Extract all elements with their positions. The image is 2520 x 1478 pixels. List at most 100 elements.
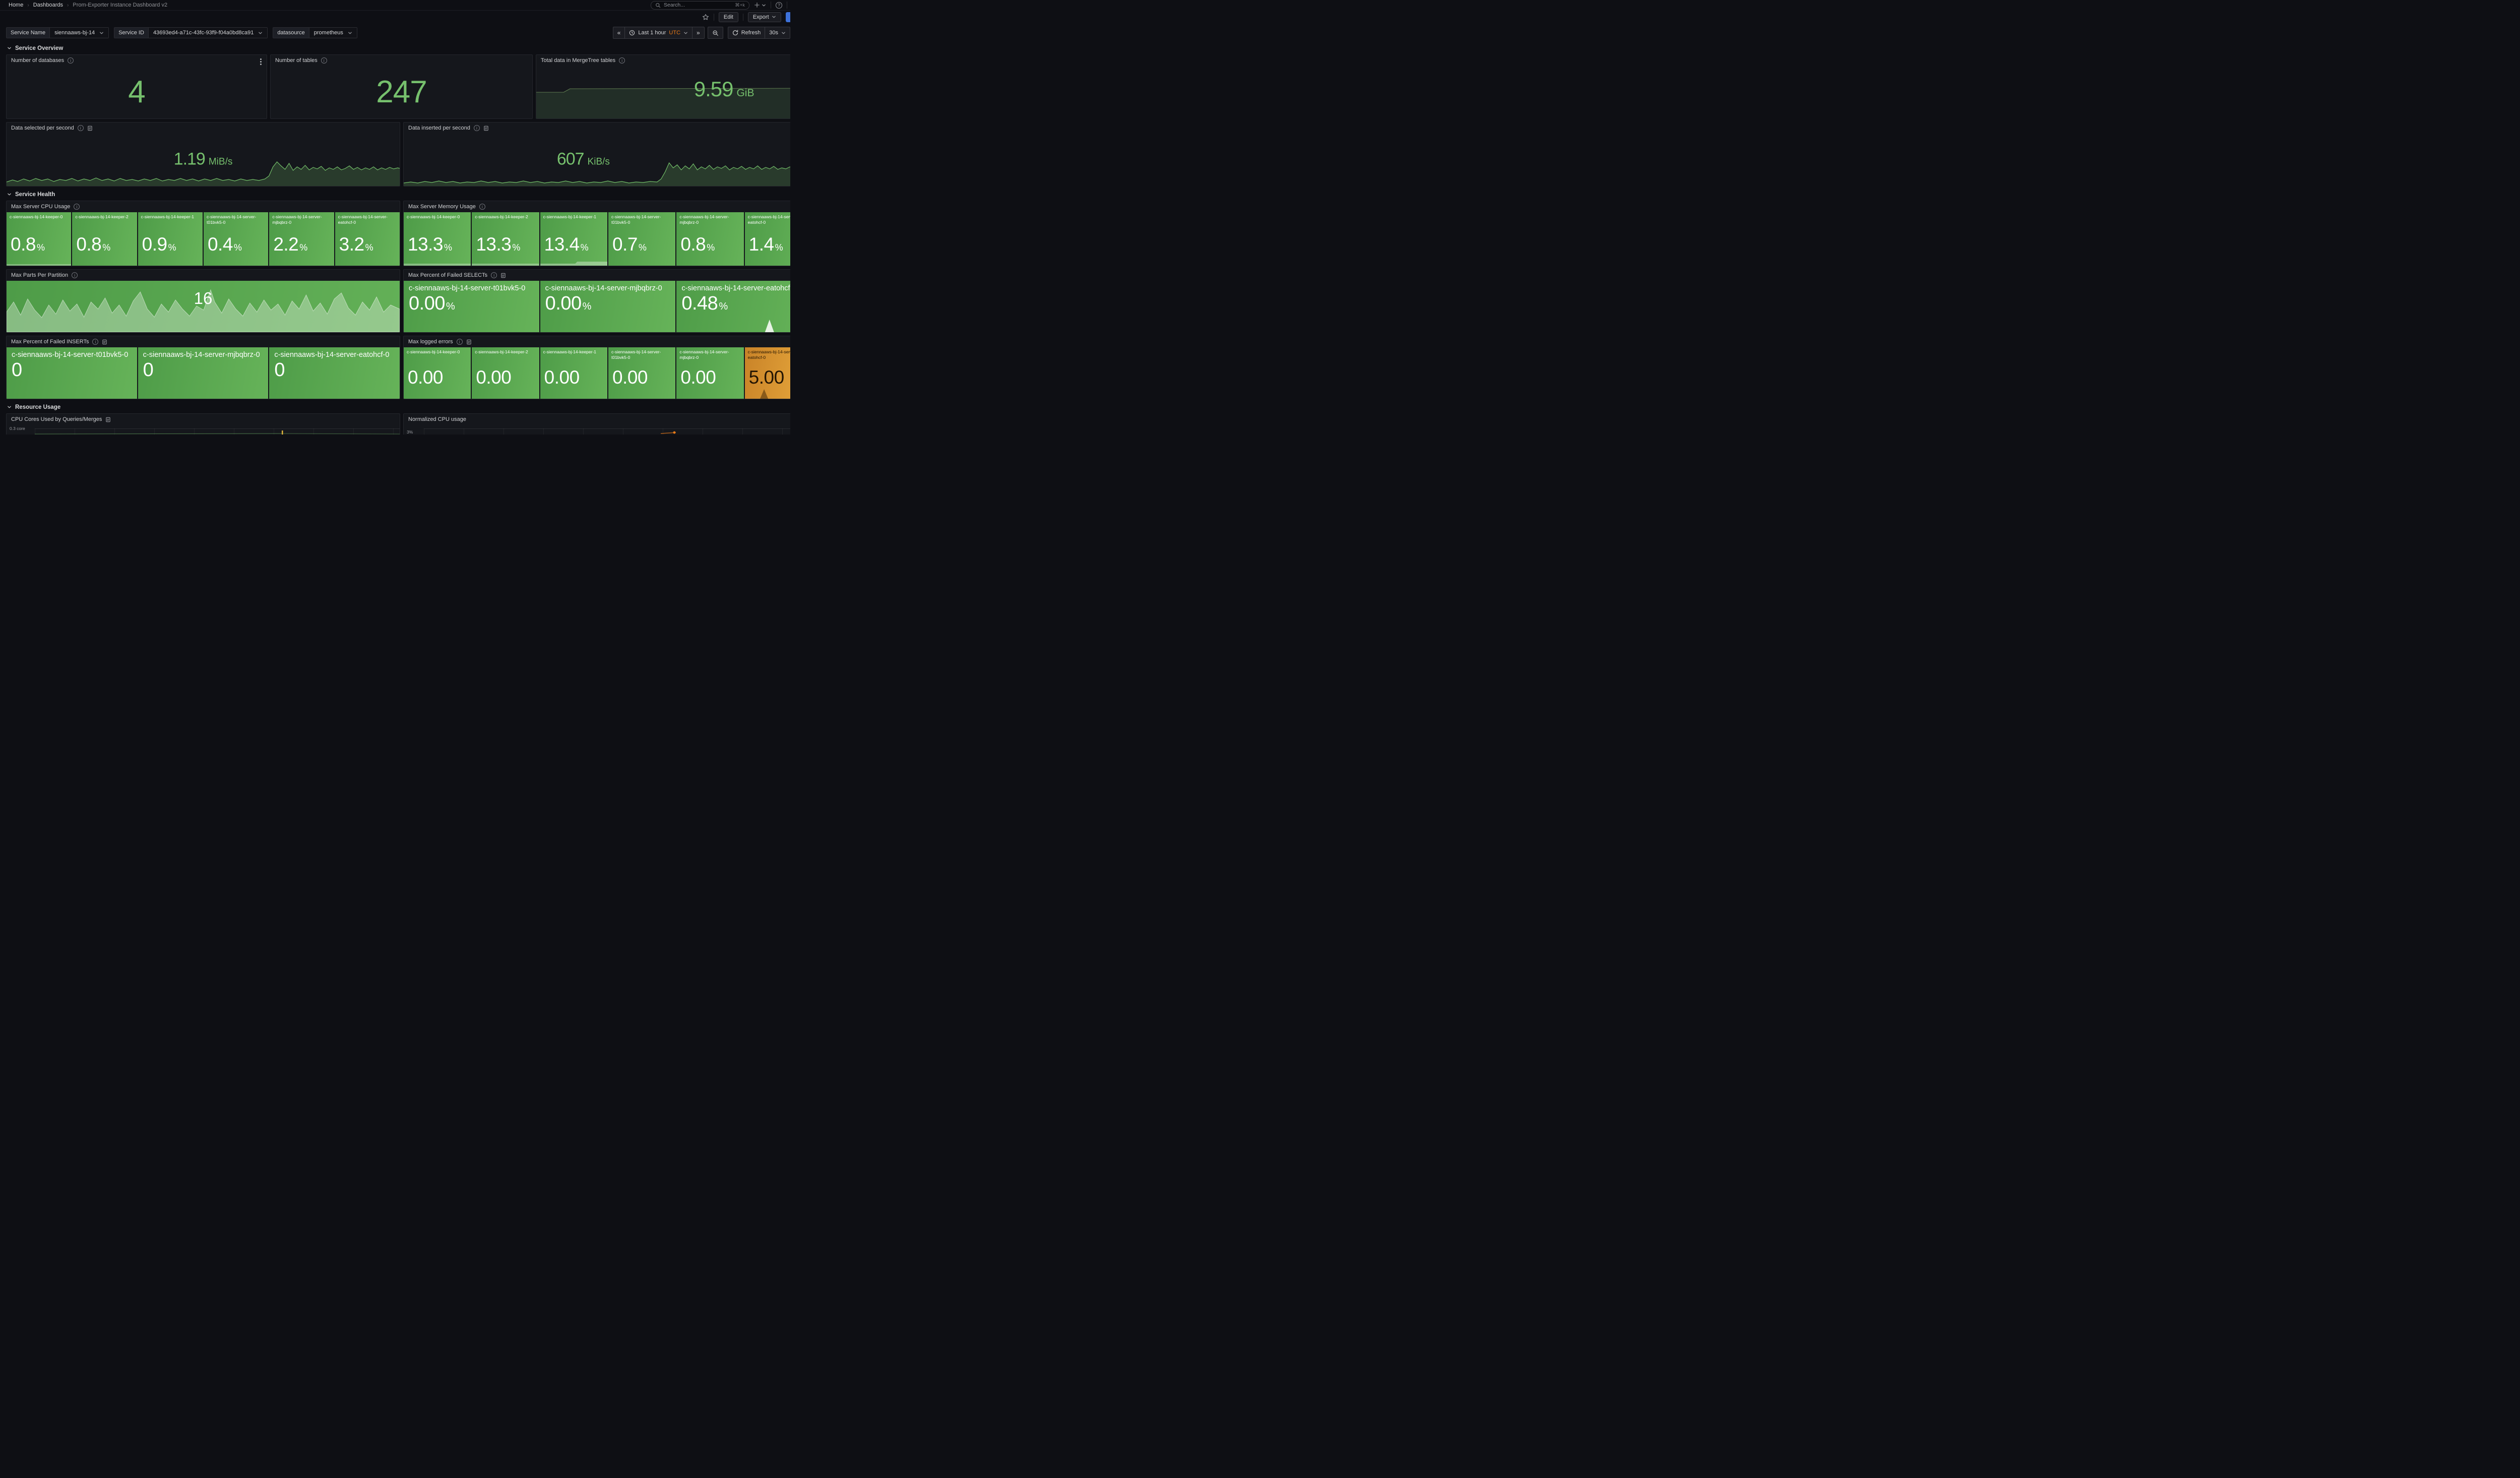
chevron-down-icon <box>348 31 352 35</box>
stat-tile: c-siennaaws-bj-14-server-mjbqbrz-0 0.00 <box>676 347 743 399</box>
time-controls: « Last 1 hour UTC » Refresh <box>613 27 784 39</box>
refresh-button[interactable]: Refresh <box>728 27 766 39</box>
clock-icon <box>629 30 635 36</box>
variable-service-name[interactable]: Service Name siennaaws-bj-14 <box>6 27 109 38</box>
sparkline <box>404 263 471 266</box>
timeseries-chart <box>424 430 790 435</box>
breadcrumb-separator-icon: › <box>67 3 69 8</box>
edit-button[interactable]: Edit <box>719 12 738 22</box>
panel-links-icon[interactable] <box>483 126 489 131</box>
stat-tile: c-siennaaws-bj-14-server-eatohcf-0 0 <box>269 347 400 399</box>
info-icon[interactable]: i <box>78 125 84 131</box>
nav-actions: ⌘+k ? <box>651 1 787 10</box>
breadcrumb-dashboards[interactable]: Dashboards <box>33 2 63 8</box>
stat-tile: c-siennaaws-bj-14-server-eatohcf-0 1.4% <box>745 212 790 266</box>
panel-title[interactable]: Normalized CPU usage <box>404 414 790 425</box>
section-resource-usage[interactable]: Resource Usage <box>7 402 790 412</box>
chevron-down-icon <box>683 31 688 35</box>
variable-datasource[interactable]: datasource prometheus <box>273 27 357 38</box>
top-nav: Home › Dashboards › Prom-Exporter Instan… <box>0 0 790 11</box>
time-zoom-out-button[interactable] <box>708 27 723 39</box>
breadcrumb-current: Prom-Exporter Instance Dashboard v2 <box>73 2 167 8</box>
info-icon[interactable]: i <box>92 339 98 345</box>
star-button[interactable] <box>702 14 709 21</box>
panel-title[interactable]: Max Parts Per Partition i <box>7 270 400 281</box>
time-shift-forward-button[interactable]: » <box>692 27 705 39</box>
panel-links-icon[interactable] <box>500 273 506 278</box>
panel-title[interactable]: Max Server CPU Usage i <box>7 201 400 212</box>
panel-title[interactable]: Total data in MergeTree tables i <box>536 55 790 66</box>
stat-tile: c-siennaaws-bj-14-server-t01bvk5-0 0.00% <box>404 281 539 332</box>
panel-title[interactable]: Number of databases i <box>7 55 267 66</box>
sparkline <box>472 263 539 266</box>
stat-tile: c-siennaaws-bj-14-keeper-0 0.00 <box>404 347 471 399</box>
panel-links-icon[interactable] <box>102 339 107 345</box>
refresh-interval-picker[interactable]: 30s <box>765 27 790 39</box>
time-shift-back-button[interactable]: « <box>613 27 625 39</box>
info-icon[interactable]: i <box>619 57 625 64</box>
stat-tile: c-siennaaws-bj-14-server-mjbqbrz-0 0.00% <box>540 281 676 332</box>
panel-title[interactable]: Number of tables i <box>271 55 532 66</box>
dashboard-controls: Service Name siennaaws-bj-14 Service ID … <box>0 23 790 41</box>
info-icon[interactable]: i <box>474 125 480 131</box>
panel-title[interactable]: Data inserted per second i <box>404 122 790 134</box>
stat-value: 607KiB/s <box>557 150 610 169</box>
panel-max-percent-failed-inserts: Max Percent of Failed INSERTs i c-sienna… <box>6 336 400 399</box>
panel-max-server-cpu-usage: Max Server CPU Usage i c-siennaaws-bj-14… <box>6 201 400 266</box>
info-icon[interactable]: i <box>457 339 463 345</box>
variable-service-id[interactable]: Service ID 43693ed4-a71c-43fc-93f9-f04a0… <box>114 27 268 38</box>
stat-value: 247 <box>271 65 532 118</box>
stat-tile: c-siennaaws-bj-14-keeper-2 0.8% <box>72 212 137 266</box>
stat-value: 1.19MiB/s <box>174 150 233 169</box>
sparkline <box>745 387 790 399</box>
panel-title[interactable]: Max Server Memory Usage i <box>404 201 790 212</box>
stat-tile: c-siennaaws-bj-14-keeper-2 0.00 <box>472 347 539 399</box>
search-shortcut: ⌘+k <box>735 3 745 8</box>
help-button[interactable]: ? <box>776 2 782 9</box>
chevron-down-icon <box>7 46 12 50</box>
share-button[interactable]: Share <box>786 12 790 22</box>
panel-links-icon[interactable] <box>466 339 472 345</box>
info-icon[interactable]: i <box>491 272 497 278</box>
panel-title[interactable]: Max Percent of Failed INSERTs i <box>7 336 400 347</box>
stat-tile: c-siennaaws-bj-14-server-t01bvk5-0 0.4% <box>204 212 268 266</box>
stat-tile: c-siennaaws-bj-14-keeper-0 0.8% <box>7 212 71 266</box>
section-service-overview[interactable]: Service Overview <box>7 43 790 53</box>
chevron-down-icon <box>772 15 776 19</box>
stat-value: 16 <box>194 289 213 308</box>
new-button[interactable] <box>754 2 766 8</box>
sparkline <box>540 261 607 266</box>
y-axis-label: 3% <box>407 429 413 435</box>
stat-tile: c-siennaaws-bj-14-keeper-1 13.4% <box>540 212 607 266</box>
search-input[interactable] <box>664 2 732 8</box>
panel-number-of-tables: Number of tables i 247 <box>270 54 533 119</box>
panel-title[interactable]: CPU Cores Used by Queries/Merges <box>7 414 400 425</box>
info-icon[interactable]: i <box>68 57 74 64</box>
refresh-icon <box>732 30 738 36</box>
variable-value: prometheus <box>314 30 343 36</box>
stat-tile: c-siennaaws-bj-14-keeper-1 0.00 <box>540 347 607 399</box>
sparkline <box>676 318 790 332</box>
panel-max-parts-per-partition: Max Parts Per Partition i 16 <box>6 269 400 333</box>
star-icon <box>702 14 709 21</box>
panel-title[interactable]: Data selected per second i <box>7 122 400 134</box>
info-icon[interactable]: i <box>321 57 327 64</box>
section-service-health[interactable]: Service Health <box>7 190 790 199</box>
y-axis-label: 0.3 core <box>10 426 25 431</box>
panel-max-logged-errors: Max logged errors i c-siennaaws-bj-14-ke… <box>403 336 790 399</box>
variable-value: 43693ed4-a71c-43fc-93f9-f04a0bd8ca91 <box>153 30 254 36</box>
search-box[interactable]: ⌘+k <box>651 1 749 10</box>
export-button[interactable]: Export <box>748 12 781 22</box>
info-icon[interactable]: i <box>72 272 78 278</box>
info-icon[interactable]: i <box>74 204 80 210</box>
panel-title[interactable]: Max logged errors i <box>404 336 790 347</box>
breadcrumb-home[interactable]: Home <box>9 2 23 8</box>
panel-links-icon[interactable] <box>87 126 93 131</box>
breadcrumb: Home › Dashboards › Prom-Exporter Instan… <box>9 2 167 8</box>
info-icon[interactable]: i <box>479 204 485 210</box>
panel-links-icon[interactable] <box>105 417 111 422</box>
stat-tile: c-siennaaws-bj-14-keeper-1 0.9% <box>138 212 203 266</box>
panel-title[interactable]: Max Percent of Failed SELECTs i <box>404 270 790 281</box>
chevron-down-icon <box>99 31 104 35</box>
time-range-picker[interactable]: Last 1 hour UTC <box>625 27 692 39</box>
